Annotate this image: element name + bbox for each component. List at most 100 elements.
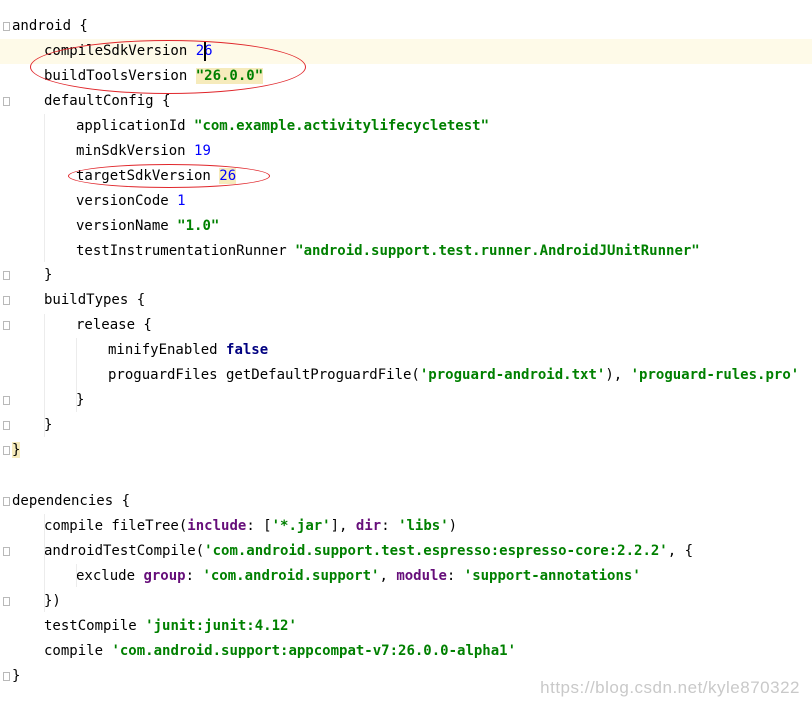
code-token: }): [44, 593, 61, 609]
code-line[interactable]: }): [0, 589, 812, 614]
code-token: ,: [379, 568, 397, 584]
code-line[interactable]: compileSdkVersion 26: [0, 39, 812, 64]
code-token: applicationId: [76, 118, 195, 134]
code-line[interactable]: proguardFiles getDefaultProguardFile('pr…: [0, 363, 812, 388]
code-text: defaultConfig {: [44, 89, 170, 114]
code-token: defaultConfig {: [44, 93, 171, 109]
code-line[interactable]: }: [0, 263, 812, 288]
code-text: testInstrumentationRunner "android.suppo…: [76, 239, 700, 264]
indent-guide: [76, 338, 77, 412]
code-token: }: [12, 442, 21, 458]
indent-guide: [76, 564, 77, 587]
fold-marker-icon[interactable]: [0, 313, 12, 338]
code-token: }: [12, 668, 21, 684]
code-token: false: [226, 342, 269, 358]
fold-marker-icon[interactable]: [0, 589, 12, 614]
code-line[interactable]: buildToolsVersion "26.0.0": [0, 64, 812, 89]
code-token: "26.0.0": [195, 68, 264, 84]
code-line[interactable]: targetSdkVersion 26: [0, 164, 812, 189]
code-line[interactable]: }: [0, 388, 812, 413]
fold-marker-icon[interactable]: [0, 539, 12, 564]
fold-marker-icon[interactable]: [0, 438, 12, 463]
code-token: }: [44, 417, 53, 433]
code-text: }: [12, 664, 20, 689]
code-token: :: [446, 568, 464, 584]
code-token: ): [448, 518, 458, 534]
code-line[interactable]: exclude group: 'com.android.support', mo…: [0, 564, 812, 589]
code-text: compile 'com.android.support:appcompat-v…: [44, 639, 516, 664]
fold-marker-icon[interactable]: [0, 413, 12, 438]
code-text: minifyEnabled false: [108, 338, 268, 363]
fold-marker-icon[interactable]: [0, 388, 12, 413]
fold-marker-icon[interactable]: [0, 89, 12, 114]
code-token: androidTestCompile(: [44, 543, 205, 559]
code-token: testCompile: [44, 618, 146, 634]
code-line[interactable]: versionName "1.0": [0, 214, 812, 239]
code-text: release {: [76, 313, 152, 338]
code-text: }): [44, 589, 61, 614]
indent-guide: [44, 114, 45, 262]
fold-marker-icon[interactable]: [0, 288, 12, 313]
code-token: 'com.android.support.test.espresso:espre…: [204, 543, 668, 559]
code-line[interactable]: applicationId "com.example.activitylifec…: [0, 114, 812, 139]
code-line[interactable]: }: [0, 438, 812, 463]
code-text: versionCode 1: [76, 189, 186, 214]
code-token: 'com.android.support:appcompat-v7:26.0.0…: [111, 643, 517, 659]
code-line[interactable]: minSdkVersion 19: [0, 139, 812, 164]
code-text: targetSdkVersion 26: [76, 164, 237, 189]
code-token: 1: [177, 193, 186, 209]
code-line[interactable]: testInstrumentationRunner "android.suppo…: [0, 239, 812, 264]
code-token: buildToolsVersion: [44, 68, 196, 84]
code-token: "android.support.test.runner.AndroidJUni…: [295, 243, 700, 259]
fold-marker-icon[interactable]: [0, 14, 12, 39]
code-token: versionName: [76, 218, 178, 234]
code-line[interactable]: android {: [0, 14, 812, 39]
code-line[interactable]: }: [0, 413, 812, 438]
code-token: targetSdkVersion: [76, 168, 220, 184]
code-token: "1.0": [177, 218, 220, 234]
text-caret: [204, 42, 206, 61]
code-line[interactable]: compile fileTree(include: ['*.jar'], dir…: [0, 514, 812, 539]
code-token: minSdkVersion: [76, 143, 195, 159]
code-line[interactable]: minifyEnabled false: [0, 338, 812, 363]
code-line[interactable]: buildTypes {: [0, 288, 812, 313]
indent-guide: [44, 314, 45, 437]
code-text: dependencies {: [12, 489, 130, 514]
code-text: androidTestCompile('com.android.support.…: [44, 539, 693, 564]
code-token: 'com.android.support': [202, 568, 380, 584]
code-token: proguardFiles getDefaultProguardFile(: [108, 367, 420, 383]
code-token: 26: [219, 168, 237, 184]
code-line[interactable]: [0, 463, 812, 488]
code-text: compileSdkVersion 26: [44, 39, 213, 64]
code-token: 'support-annotations': [463, 568, 641, 584]
code-text: }: [44, 413, 52, 438]
code-text: minSdkVersion 19: [76, 139, 211, 164]
code-token: :: [381, 518, 399, 534]
code-token: buildTypes {: [44, 292, 146, 308]
code-token: compileSdkVersion: [44, 43, 196, 59]
code-token: compile fileTree(: [44, 518, 188, 534]
code-token: ),: [605, 367, 631, 383]
code-text: }: [12, 438, 21, 463]
code-token: group: [143, 568, 186, 584]
code-line[interactable]: defaultConfig {: [0, 89, 812, 114]
fold-marker-icon[interactable]: [0, 263, 12, 288]
watermark: https://blog.csdn.net/kyle870322: [540, 678, 800, 697]
code-line[interactable]: release {: [0, 313, 812, 338]
fold-marker-icon[interactable]: [0, 664, 12, 689]
code-line[interactable]: testCompile 'junit:junit:4.12': [0, 614, 812, 639]
code-token: "com.example.activitylifecycletest": [194, 118, 490, 134]
code-token: 'junit:junit:4.12': [145, 618, 297, 634]
code-line[interactable]: androidTestCompile('com.android.support.…: [0, 539, 812, 564]
code-text: android {: [12, 14, 88, 39]
code-token: module: [396, 568, 447, 584]
fold-marker-icon[interactable]: [0, 489, 12, 514]
code-editor[interactable]: android {compileSdkVersion 26buildToolsV…: [0, 0, 812, 704]
code-token: }: [76, 392, 85, 408]
code-text: versionName "1.0": [76, 214, 219, 239]
code-line[interactable]: dependencies {: [0, 489, 812, 514]
code-token: }: [44, 267, 53, 283]
code-line[interactable]: versionCode 1: [0, 189, 812, 214]
code-token: 'libs': [398, 518, 449, 534]
code-line[interactable]: compile 'com.android.support:appcompat-v…: [0, 639, 812, 664]
